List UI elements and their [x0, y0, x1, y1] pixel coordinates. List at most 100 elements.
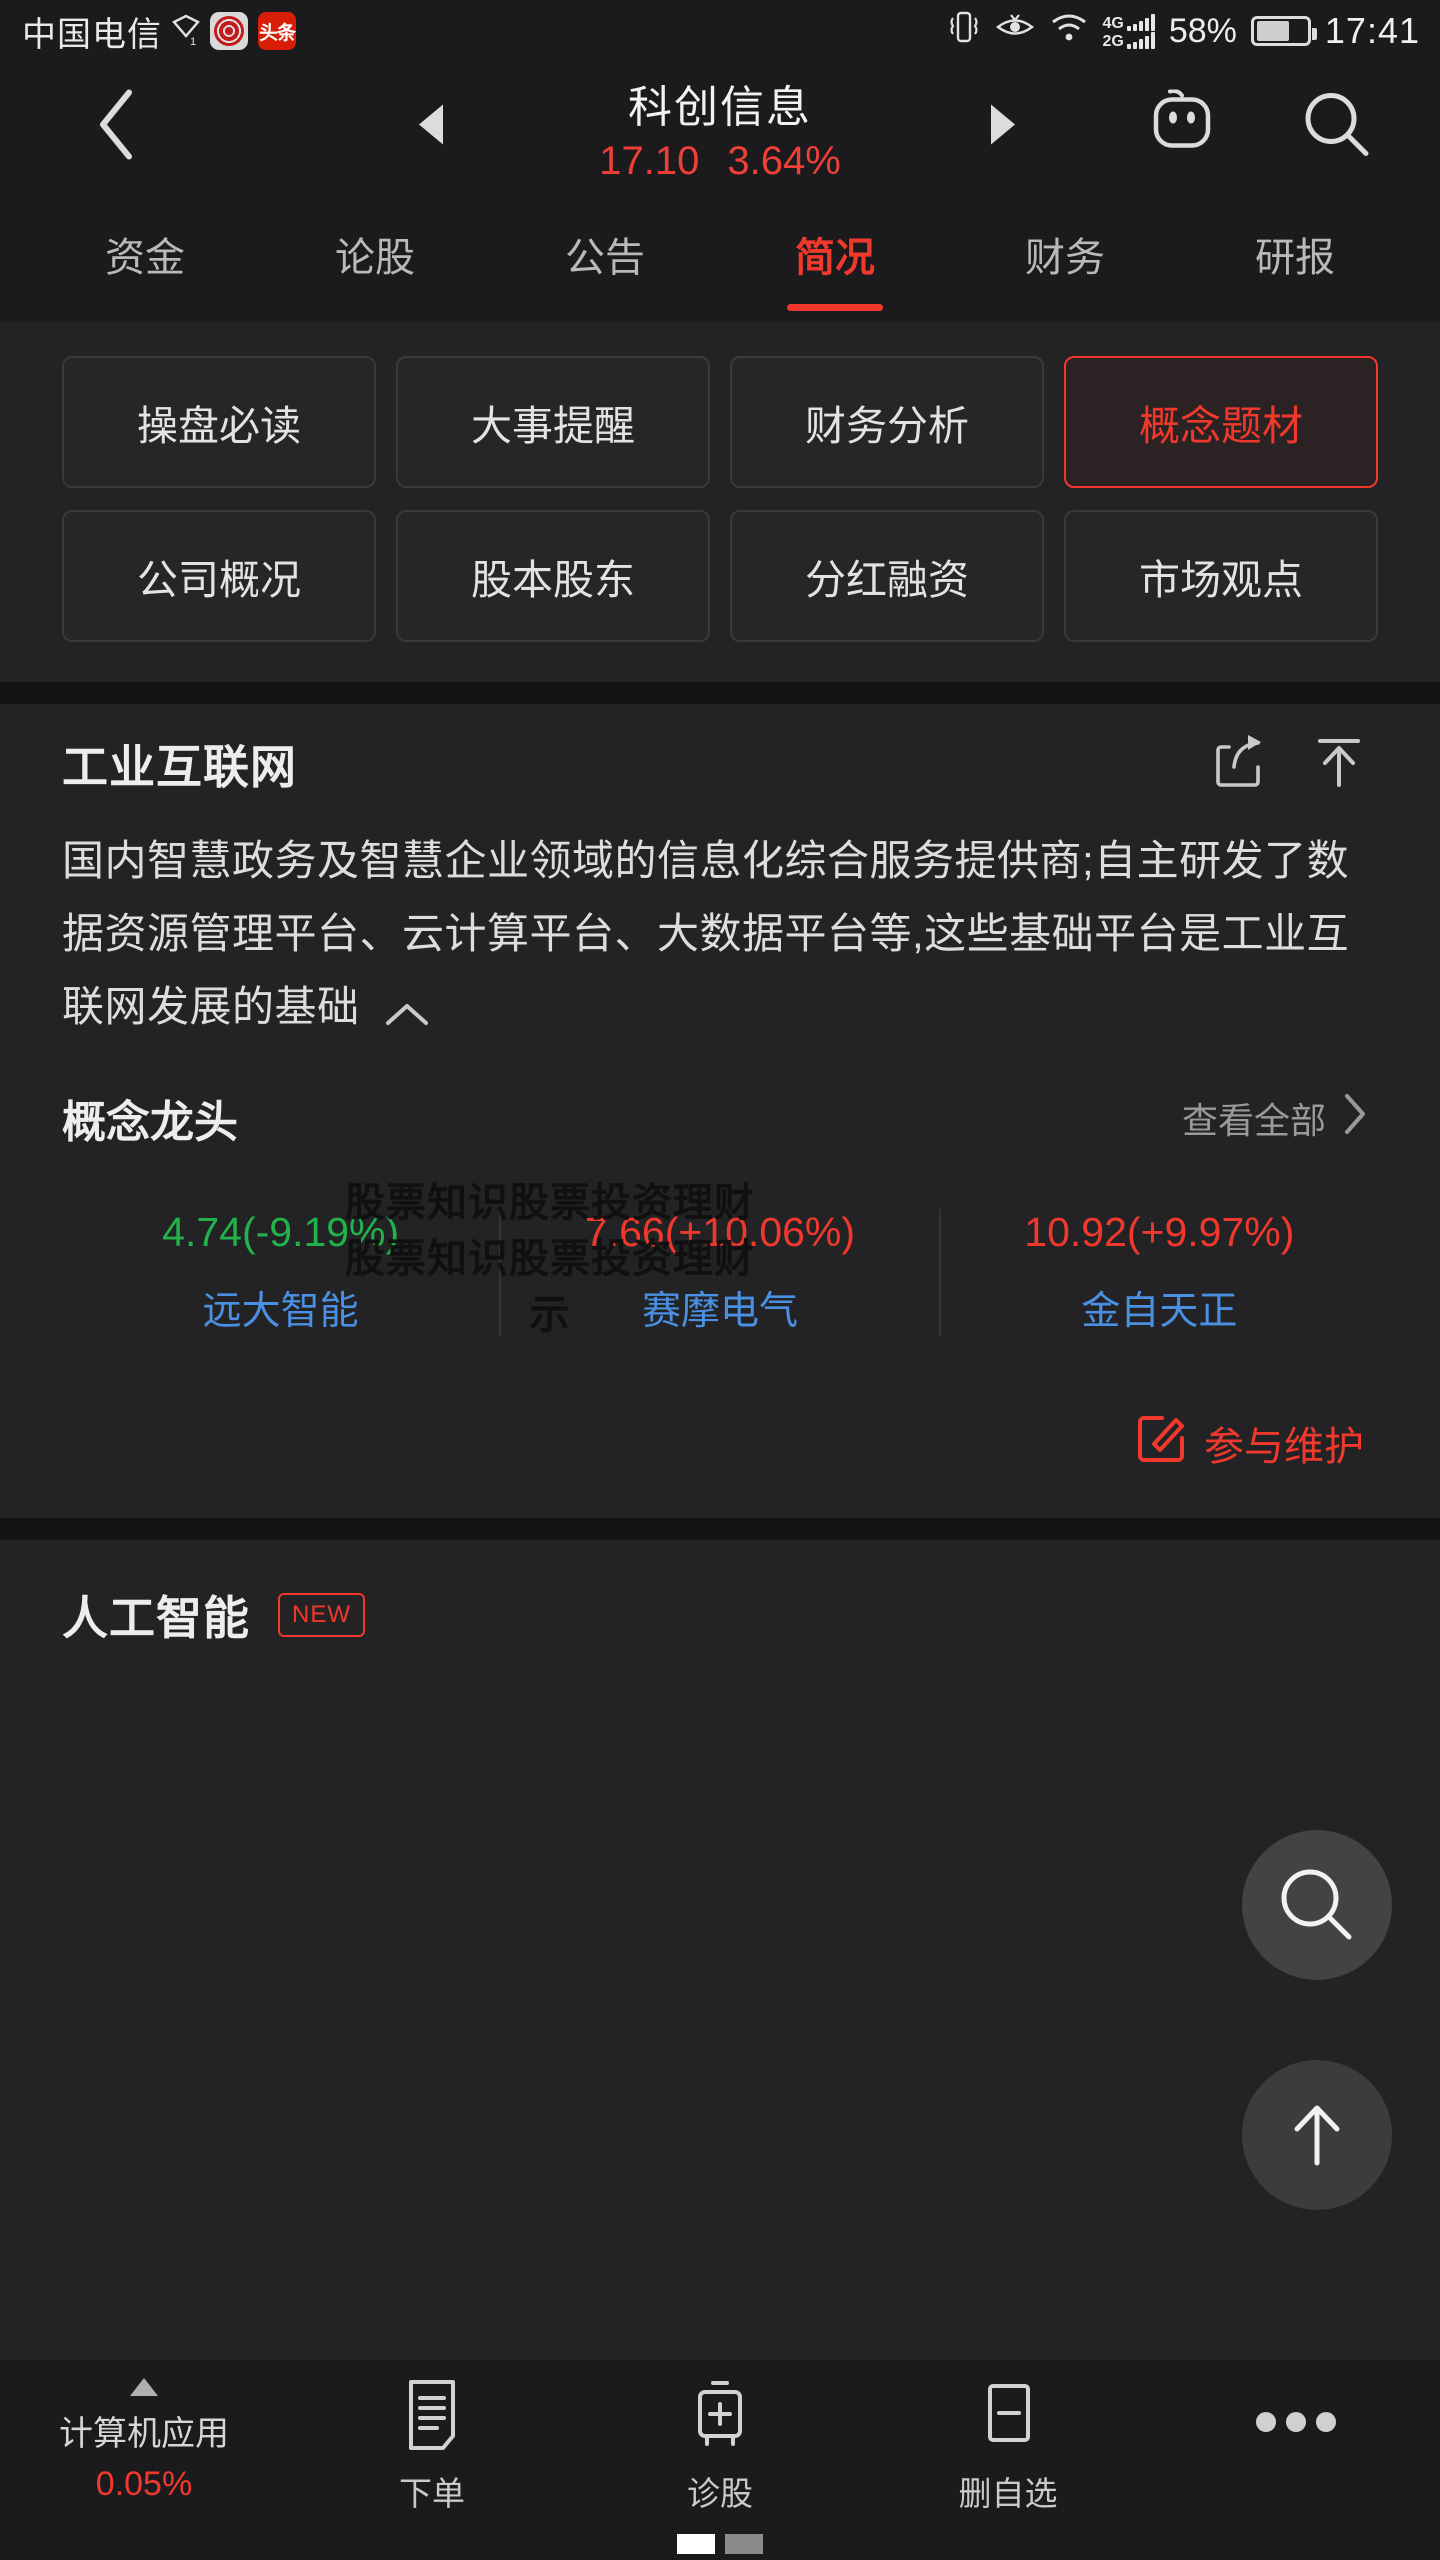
remove-minus-icon	[975, 2378, 1041, 2457]
tab-yanbao[interactable]: 研报	[1255, 225, 1335, 289]
tab-label: 资金	[105, 236, 185, 280]
concept-description: 国内智慧政务及智慧企业领域的信息化综合服务提供商;自主研发了数据资源管理平台、云…	[62, 824, 1378, 1053]
wifi-icon	[1049, 11, 1089, 51]
page-header: 科创信息 17.10 3.64%	[0, 62, 1440, 192]
leaders-title: 概念龙头	[62, 1098, 238, 1147]
next-icon[interactable]	[985, 102, 1019, 153]
chevron-up-icon[interactable]	[384, 976, 430, 1049]
sector-name: 计算机应用	[59, 2415, 229, 2453]
leader-name[interactable]: 赛摩电气	[642, 1280, 798, 1336]
tab-underline	[787, 304, 883, 311]
tab-lungu[interactable]: 论股	[335, 225, 415, 289]
view-all-label: 查看全部	[1181, 1100, 1326, 1141]
concept-actions	[1212, 733, 1378, 796]
location-icon: 1	[172, 14, 200, 48]
network-primary: 4G	[1102, 14, 1124, 32]
search-icon[interactable]	[1300, 88, 1374, 167]
page-title: 科创信息	[628, 82, 812, 132]
header-quote: 17.10 3.64%	[599, 139, 841, 184]
toutiao-icon: 头条	[258, 12, 296, 50]
ai-block: 人工智能 NEW	[0, 1540, 1440, 1690]
tab-label: 研报	[1255, 236, 1335, 280]
order-form-icon	[399, 2378, 465, 2457]
signal-icon: 4G 2G	[1103, 13, 1155, 49]
status-bar-right: 4G 2G 58% 17:41	[947, 0, 1421, 62]
leaders-list: 4.74(-9.19%) 远大智能 7.66(+10.06%) 赛摩电气 10.…	[62, 1183, 1378, 1346]
order-label: 下单	[399, 2475, 465, 2512]
sector-change: 0.05%	[95, 2465, 193, 2503]
list-item[interactable]: 10.92(+9.97%) 金自天正	[941, 1209, 1378, 1336]
weibo-icon	[210, 12, 248, 50]
more-dots-icon	[1256, 2412, 1336, 2432]
remove-watchlist-label: 删自选	[958, 2475, 1058, 2512]
concept-description-text: 国内智慧政务及智慧企业领域的信息化综合服务提供商;自主研发了数据资源管理平台、云…	[62, 837, 1350, 1030]
clock-label: 17:41	[1324, 10, 1420, 51]
quick-link-grid: 操盘必读 大事提醒 财务分析 概念题材 公司概况 股本股东 分红融资 市场观点	[0, 322, 1440, 682]
chip-caiwufenxi[interactable]: 财务分析	[730, 356, 1044, 488]
order-button[interactable]: 下单	[288, 2378, 576, 2515]
chip-gainianticai[interactable]: 概念题材	[1064, 356, 1378, 488]
robot-icon[interactable]	[1140, 89, 1224, 165]
leader-quote: 4.74(-9.19%)	[162, 1209, 400, 1255]
leader-name[interactable]: 金自天正	[1081, 1280, 1237, 1336]
home-indicator-inactive	[725, 2534, 763, 2554]
stock-change-percent: 3.64%	[727, 138, 841, 183]
leader-name[interactable]: 远大智能	[203, 1280, 359, 1336]
concept-block: 工业互联网 国内智慧政务及智慧企业领域的信息化综合服务提供商;自主研发了数据资源…	[0, 704, 1440, 1518]
home-indicator-active	[677, 2534, 715, 2554]
battery-percent: 58%	[1168, 11, 1237, 50]
leader-quote: 7.66(+10.06%)	[584, 1209, 856, 1255]
header-center: 科创信息 17.10 3.64%	[0, 62, 1440, 192]
share-icon[interactable]	[1212, 733, 1264, 796]
more-button[interactable]	[1152, 2378, 1440, 2432]
bottom-toolbar: 计算机应用 0.05% 下单 诊股 删自选	[0, 2360, 1440, 2560]
status-badge: NEW	[278, 1593, 365, 1637]
status-bar-left: 中国电信 1 头条	[22, 7, 296, 56]
app-root: 中国电信 1 头条 4G 2G 58% 17:41 科创信息 17.10 3.6…	[0, 0, 1440, 2560]
chip-fenhongrongzi[interactable]: 分红融资	[730, 510, 1044, 642]
quick-link-row-2: 公司概况 股本股东 分红融资 市场观点	[62, 510, 1378, 642]
vibrate-icon	[947, 8, 981, 54]
chip-gongsigaikuang[interactable]: 公司概况	[62, 510, 376, 642]
list-item[interactable]: 4.74(-9.19%) 远大智能	[62, 1209, 502, 1336]
section-tabs: 资金 论股 公告 简况 财务 研报	[0, 192, 1440, 322]
list-item[interactable]: 7.66(+10.06%) 赛摩电气	[501, 1209, 941, 1336]
search-icon	[1281, 1869, 1352, 1940]
tab-label: 财务	[1025, 236, 1105, 280]
tab-label: 简况	[795, 236, 875, 280]
triangle-up-icon	[130, 2378, 158, 2396]
tab-caiwu[interactable]: 财务	[1025, 225, 1105, 289]
chip-gubengudong[interactable]: 股本股东	[396, 510, 710, 642]
tab-label: 论股	[335, 236, 415, 280]
remove-watchlist-button[interactable]: 删自选	[864, 2378, 1152, 2515]
ai-title: 人工智能	[62, 1592, 250, 1644]
leader-quote: 10.92(+9.97%)	[1024, 1209, 1295, 1255]
chip-shichangguandian[interactable]: 市场观点	[1064, 510, 1378, 642]
quick-link-row-1: 操盘必读 大事提醒 财务分析 概念题材	[62, 356, 1378, 488]
tab-jiankuang[interactable]: 简况	[787, 225, 883, 311]
collapse-up-icon[interactable]	[1314, 733, 1364, 796]
concept-title: 工业互联网	[62, 741, 297, 793]
floating-search-button[interactable]	[1242, 1830, 1392, 1980]
chevron-right-icon	[1342, 1092, 1368, 1145]
sector-indicator[interactable]: 计算机应用 0.05%	[0, 2378, 288, 2504]
participate-maintain-button[interactable]: 参与维护	[62, 1346, 1378, 1518]
diagnose-label: 诊股	[687, 2475, 753, 2512]
status-bar: 中国电信 1 头条 4G 2G 58% 17:41	[0, 0, 1440, 62]
tab-zijin[interactable]: 资金	[105, 225, 185, 289]
edit-icon	[1136, 1412, 1188, 1474]
view-all-button[interactable]: 查看全部	[1182, 1092, 1378, 1145]
ai-header[interactable]: 人工智能 NEW	[62, 1540, 1378, 1690]
back-to-top-button[interactable]	[1242, 2060, 1392, 2210]
battery-icon	[1250, 16, 1317, 46]
network-secondary: 2G	[1102, 32, 1124, 50]
tab-gonggao[interactable]: 公告	[565, 225, 645, 289]
tab-label: 公告	[565, 236, 645, 280]
carrier-label: 中国电信	[22, 15, 162, 54]
diagnose-plus-icon	[687, 2378, 753, 2457]
diagnose-button[interactable]: 诊股	[576, 2378, 864, 2515]
chip-dashitixing[interactable]: 大事提醒	[396, 356, 710, 488]
arrow-up-icon	[1294, 2105, 1340, 2166]
chip-caopanbidu[interactable]: 操盘必读	[62, 356, 376, 488]
svg-text:1: 1	[190, 36, 196, 48]
